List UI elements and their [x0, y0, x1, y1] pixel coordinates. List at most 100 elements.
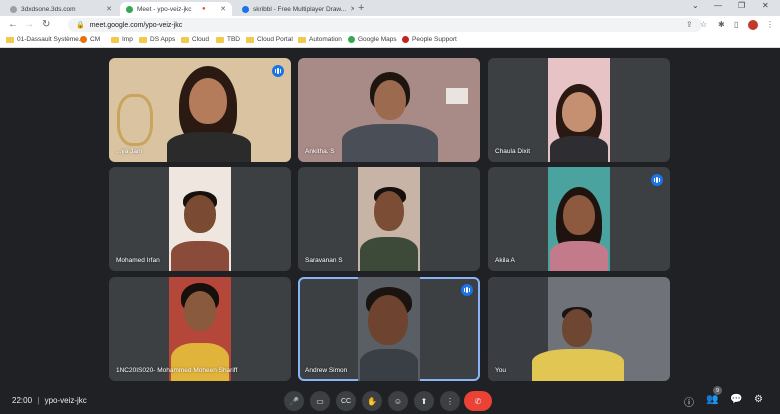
- close-window-button[interactable]: ✕: [762, 1, 769, 10]
- tab-strip: 3dxdsone.3ds.com ✕ Meet - ypo-veiz-jkc ●…: [0, 0, 780, 16]
- bookmark-label: TBD: [227, 36, 240, 43]
- microphone-button[interactable]: 🎤: [284, 391, 304, 411]
- tab-search-icon[interactable]: ⌄: [692, 1, 699, 10]
- bookmark-label: People Support: [412, 36, 457, 43]
- emoji-reactions-button[interactable]: ☺: [388, 391, 408, 411]
- camera-button[interactable]: ▭: [310, 391, 330, 411]
- participant-tile[interactable]: ...ya Jain: [109, 58, 291, 162]
- bookmark-label: Cloud Portal: [257, 36, 293, 43]
- browser-tab-3[interactable]: skribbl - Free Multiplayer Draw... ✕: [236, 2, 354, 16]
- people-icon[interactable]: 👥: [706, 394, 718, 405]
- participant-tile[interactable]: Andrew Simon: [298, 277, 480, 381]
- participant-video: [169, 167, 231, 271]
- url-text: meet.google.com/ypo-veiz-jkc: [89, 21, 183, 29]
- lock-icon[interactable]: 🔒: [76, 21, 85, 29]
- close-tab-icon[interactable]: ✕: [216, 5, 226, 13]
- meet-favicon-icon: [126, 5, 133, 13]
- forward-button[interactable]: →: [24, 19, 34, 30]
- bookmarks-bar: 01-Dassault Système... CM Imp DS Apps Cl…: [0, 34, 780, 48]
- extensions-icon[interactable]: ✱: [718, 20, 725, 29]
- separator: |: [37, 396, 40, 405]
- side-panel-icon[interactable]: ▯: [734, 20, 738, 29]
- participant-tile[interactable]: Mohamed Irfan: [109, 167, 291, 271]
- chat-icon[interactable]: 💬: [730, 394, 742, 405]
- participant-name: Mohamed Irfan: [116, 257, 160, 264]
- skribbl-favicon-icon: [242, 5, 249, 13]
- minimize-button[interactable]: —: [714, 1, 722, 10]
- folder-icon: [246, 36, 254, 43]
- folder-icon: [6, 36, 14, 43]
- browser-toolbar: ← → ↻ 🔒 meet.google.com/ypo-veiz-jkc ⇪ ☆…: [0, 16, 780, 34]
- tab-title: Meet - ypo-veiz-jkc: [137, 5, 192, 13]
- activities-icon[interactable]: ⚙: [754, 394, 763, 405]
- bookmark-item[interactable]: Automation: [298, 36, 342, 43]
- close-tab-icon[interactable]: ✕: [346, 5, 354, 13]
- participant-video: [109, 58, 291, 162]
- share-icon[interactable]: ⇪: [686, 20, 693, 29]
- folder-icon: [181, 36, 189, 43]
- participant-video: [169, 277, 231, 381]
- tab-title: skribbl - Free Multiplayer Draw...: [253, 5, 347, 13]
- bookmark-label: Automation: [309, 36, 342, 43]
- speaking-indicator-icon: [272, 65, 284, 77]
- captions-button[interactable]: CC: [336, 391, 356, 411]
- people-count-badge: 9: [713, 386, 722, 395]
- browser-tab-1[interactable]: 3dxdsone.3ds.com ✕: [4, 2, 118, 16]
- bookmark-item[interactable]: TBD: [216, 36, 240, 43]
- bookmark-item[interactable]: DS Apps: [139, 36, 175, 43]
- meeting-details-icon[interactable]: ⓘ: [684, 394, 694, 409]
- bookmark-item[interactable]: CM: [80, 36, 100, 43]
- browser-tab-2[interactable]: Meet - ypo-veiz-jkc ● ✕: [120, 2, 232, 16]
- new-tab-button[interactable]: +: [358, 2, 364, 14]
- recording-dot-icon: ●: [202, 6, 206, 12]
- participant-video: [298, 58, 480, 162]
- bookmark-item[interactable]: People Support: [402, 36, 457, 43]
- participant-tile[interactable]: Chaula Dixit: [488, 58, 670, 162]
- bookmark-label: Google Maps: [358, 36, 397, 43]
- meet-control-bar: 22:00 | ypo-veiz-jkc 🎤 ▭ CC ✋ ☺ ⬆ ⋮ ✆ ⓘ …: [0, 386, 780, 414]
- bookmark-label: Cloud: [192, 36, 209, 43]
- bookmark-item[interactable]: Cloud Portal: [246, 36, 293, 43]
- participant-name: Akila A: [495, 257, 515, 264]
- tab-title: 3dxdsone.3ds.com: [21, 5, 76, 13]
- bookmark-label: Imp: [122, 36, 133, 43]
- raise-hand-button[interactable]: ✋: [362, 391, 382, 411]
- leave-call-button[interactable]: ✆: [464, 391, 492, 411]
- speaking-indicator-icon: [651, 174, 663, 186]
- bookmark-item[interactable]: Imp: [111, 36, 133, 43]
- bookmark-star-icon[interactable]: ☆: [700, 20, 707, 29]
- back-button[interactable]: ←: [8, 19, 18, 30]
- profile-avatar[interactable]: [748, 20, 758, 30]
- more-options-button[interactable]: ⋮: [440, 391, 460, 411]
- maps-pin-icon: [348, 36, 355, 43]
- present-screen-button[interactable]: ⬆: [414, 391, 434, 411]
- browser-menu-icon[interactable]: ⋮: [766, 20, 774, 29]
- participant-name: 1NC20IS020- Mohammed Moheen Shariff: [116, 367, 238, 374]
- participant-name: Saravanan S: [305, 257, 343, 264]
- participant-tile[interactable]: You: [488, 277, 670, 381]
- meet-stage: ...ya Jain Ankitha. S Chaula Dixit Moham…: [0, 48, 780, 414]
- participant-video: [358, 277, 420, 381]
- participant-tile[interactable]: 1NC20IS020- Mohammed Moheen Shariff: [109, 277, 291, 381]
- site-icon: [402, 36, 409, 43]
- bookmark-item[interactable]: Google Maps: [348, 36, 397, 43]
- meeting-time: 22:00: [12, 396, 33, 405]
- bookmark-item[interactable]: 01-Dassault Système...: [6, 36, 84, 43]
- participant-name: Chaula Dixit: [495, 148, 531, 155]
- maximize-button[interactable]: ❐: [738, 1, 745, 10]
- participant-name: Andrew Simon: [305, 367, 348, 374]
- participant-video: [358, 167, 420, 271]
- bookmark-item[interactable]: Cloud: [181, 36, 209, 43]
- participant-tile[interactable]: Akila A: [488, 167, 670, 271]
- participant-tile[interactable]: Ankitha. S: [298, 58, 480, 162]
- address-bar[interactable]: 🔒 meet.google.com/ypo-veiz-jkc: [68, 18, 702, 32]
- meeting-info: 22:00 | ypo-veiz-jkc: [12, 396, 87, 405]
- bookmark-label: CM: [90, 36, 101, 43]
- folder-icon: [298, 36, 306, 43]
- bookmark-label: 01-Dassault Système...: [17, 36, 85, 43]
- close-tab-icon[interactable]: ✕: [102, 5, 112, 13]
- participant-video: [488, 277, 670, 381]
- participant-tile[interactable]: Saravanan S: [298, 167, 480, 271]
- reload-button[interactable]: ↻: [42, 19, 50, 30]
- meeting-code: ypo-veiz-jkc: [44, 396, 87, 405]
